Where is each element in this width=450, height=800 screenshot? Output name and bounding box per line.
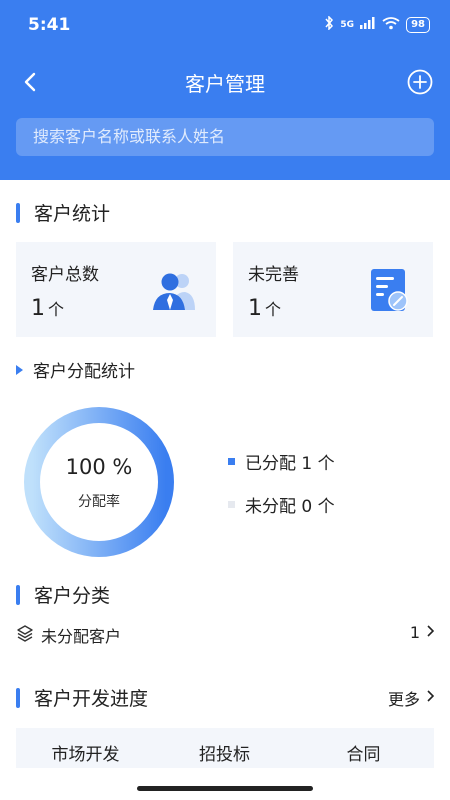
search-input[interactable]: 搜索客户名称或联系人姓名 [16, 118, 434, 156]
section-marker [16, 202, 20, 223]
section-customer-stats: 客户统计 [16, 199, 110, 226]
home-indicator[interactable] [137, 786, 313, 791]
signal-icon [360, 17, 376, 32]
subsection-title: 客户分配统计 [33, 362, 135, 382]
tab-bidding[interactable]: 招投标 [155, 740, 294, 765]
plus-circle-icon [407, 69, 433, 95]
legend-assigned: 已分配 1 个 [228, 449, 335, 474]
status-time: 5:41 [28, 15, 71, 35]
more-link[interactable]: 更多 [387, 686, 435, 710]
section-customer-category: 客户分类 [16, 581, 110, 608]
section-development-progress: 客户开发进度 [16, 684, 148, 711]
section-marker [16, 687, 20, 708]
stat-label: 客户总数 [31, 265, 99, 285]
section-title: 客户开发进度 [34, 688, 149, 710]
stat-label: 未完善 [248, 265, 299, 285]
donut-percent: 100 % [65, 455, 133, 479]
network-label: 5G [340, 19, 355, 30]
layers-icon [16, 624, 34, 646]
bottom-safe-area [0, 768, 450, 800]
add-customer-button[interactable] [406, 68, 434, 96]
progress-tabs: 市场开发 招投标 合同 [16, 728, 434, 768]
legend-unassigned: 未分配 0 个 [228, 492, 335, 517]
nav-bar: 客户管理 [0, 58, 450, 106]
donut-rate-label: 分配率 [78, 494, 120, 510]
stat-card-total[interactable]: 客户总数 1个 [16, 242, 216, 337]
chevron-right-icon [426, 624, 435, 641]
triangle-marker-icon [16, 364, 23, 375]
more-label: 更多 [387, 690, 420, 709]
stat-card-incomplete[interactable]: 未完善 1个 [233, 242, 433, 337]
category-count-link[interactable]: 1 [409, 623, 435, 642]
chevron-right-icon [426, 690, 435, 706]
status-icons: 5G 98 [324, 15, 430, 33]
tab-contract[interactable]: 合同 [294, 740, 433, 765]
legend-label: 已分配 1 个 [245, 454, 335, 474]
distribution-donut-chart: 100 % 分配率 [16, 403, 182, 561]
page-title: 客户管理 [185, 72, 265, 96]
wifi-icon [382, 16, 400, 33]
stat-value: 1个 [31, 296, 65, 321]
section-title: 客户分类 [34, 585, 111, 607]
section-title: 客户统计 [34, 203, 111, 225]
battery-indicator: 98 [406, 16, 430, 33]
category-label: 未分配客户 [41, 627, 122, 646]
tab-market-development[interactable]: 市场开发 [16, 740, 155, 765]
section-marker [16, 584, 20, 605]
donut-ring [24, 407, 174, 557]
stat-value: 1个 [248, 296, 282, 321]
legend-swatch [228, 501, 235, 508]
category-count: 1 [409, 623, 420, 642]
form-edit-icon [369, 266, 411, 318]
subsection-distribution: 客户分配统计 [16, 357, 135, 382]
bluetooth-icon [324, 15, 334, 33]
category-row-unassigned[interactable]: 未分配客户 1 [16, 619, 435, 649]
users-icon [149, 266, 197, 318]
status-bar: 5:41 5G 98 [0, 0, 450, 50]
legend-swatch [228, 458, 235, 465]
legend-label: 未分配 0 个 [245, 497, 335, 517]
